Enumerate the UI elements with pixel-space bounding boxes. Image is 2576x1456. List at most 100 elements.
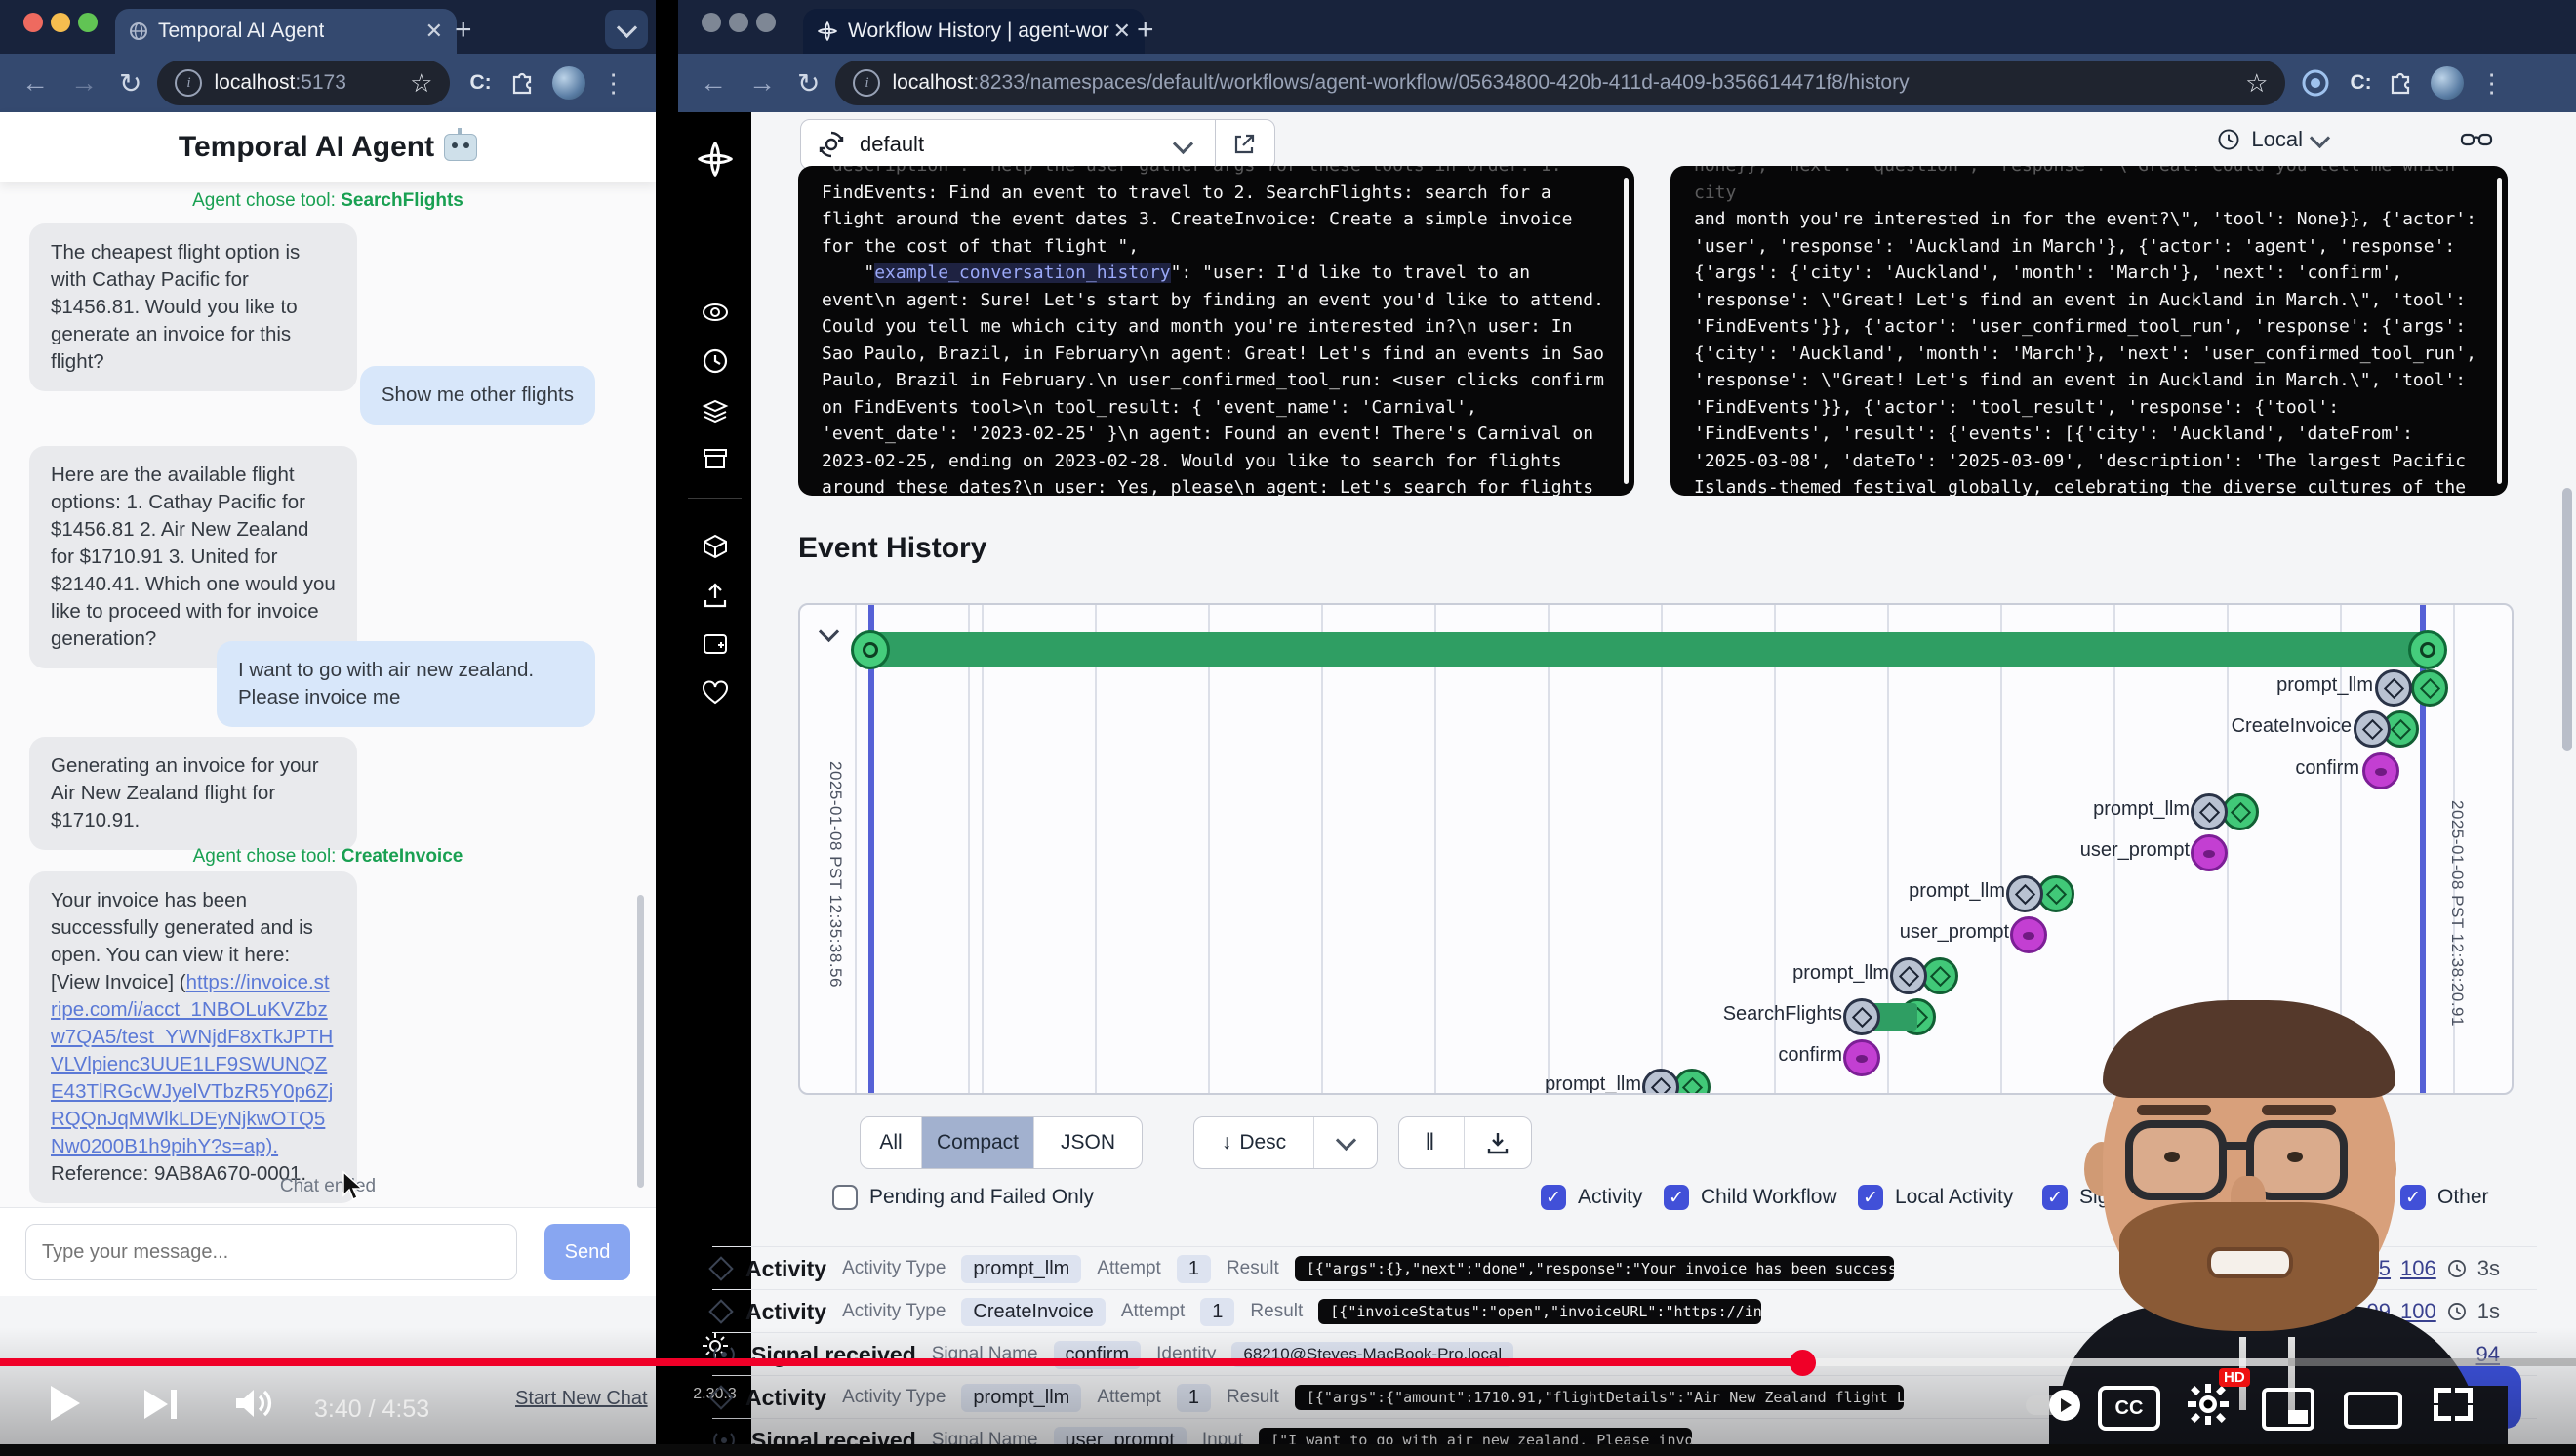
activity-marker-completed[interactable]: [2411, 669, 2448, 707]
docs-glasses-button[interactable]: [2460, 127, 2493, 152]
progress-playhead[interactable]: [1790, 1350, 1816, 1376]
reload-icon[interactable]: ↻: [119, 67, 141, 100]
address-bar[interactable]: i localhost:5173 ☆: [157, 61, 450, 105]
namespace-cube-icon[interactable]: [678, 532, 751, 561]
activity-marker-scheduled[interactable]: [2191, 793, 2228, 830]
back-icon[interactable]: ←: [700, 67, 727, 99]
signal-marker[interactable]: [1843, 1039, 1880, 1076]
send-button[interactable]: Send: [544, 1224, 630, 1280]
activity-marker-completed[interactable]: [1673, 1069, 1711, 1095]
invoice-link[interactable]: https://invoice.stripe.com/i/acct_1NBOLu…: [51, 971, 333, 1157]
site-info-icon[interactable]: i: [175, 69, 202, 97]
captions-button[interactable]: CC: [2098, 1386, 2160, 1431]
forward-icon[interactable]: →: [748, 67, 776, 99]
site-info-icon[interactable]: i: [853, 69, 880, 97]
menu-kebab-icon[interactable]: ⋮: [601, 68, 627, 99]
volume-button[interactable]: [232, 1384, 275, 1428]
fullscreen-button[interactable]: [2434, 1388, 2473, 1421]
signal-marker[interactable]: [2191, 834, 2228, 871]
message-input[interactable]: [25, 1224, 517, 1280]
bookmark-star-icon[interactable]: ☆: [410, 68, 432, 99]
activity-marker-scheduled[interactable]: [1843, 998, 1880, 1035]
zoom-window-button[interactable]: [756, 13, 776, 32]
zoom-window-button[interactable]: [78, 13, 98, 32]
new-tab-button[interactable]: +: [455, 14, 472, 47]
start-new-chat-link[interactable]: Start New Chat: [515, 1388, 648, 1410]
play-button[interactable]: [51, 1386, 80, 1421]
close-tab-icon[interactable]: ✕: [425, 19, 443, 44]
checkbox-checked[interactable]: ✓: [1664, 1185, 1689, 1210]
external-link-icon[interactable]: [1231, 132, 1257, 157]
chat-scrollbar[interactable]: [637, 895, 644, 1188]
signal-marker[interactable]: [2010, 916, 2047, 953]
miniplayer-button[interactable]: [2262, 1388, 2314, 1431]
temporal-logo-icon[interactable]: [696, 140, 735, 179]
tab-workflow-history[interactable]: Workflow History | agent-wor ✕: [803, 9, 1145, 54]
activity-marker-scheduled[interactable]: [2354, 710, 2391, 748]
workflow-start-marker[interactable]: [851, 630, 890, 669]
feedback-heart-icon[interactable]: [678, 678, 751, 708]
settings-button[interactable]: HD: [2186, 1382, 2231, 1432]
download-button[interactable]: [1465, 1117, 1531, 1168]
autoplay-toggle[interactable]: [2026, 1395, 2078, 1415]
reload-icon[interactable]: ↻: [797, 67, 820, 100]
sort-options-chevron-button[interactable]: [1314, 1117, 1377, 1168]
filter-activity[interactable]: ✓Activity: [1541, 1185, 1643, 1210]
view-json-button[interactable]: JSON: [1034, 1117, 1142, 1168]
workflow-result-code-panel[interactable]: none}}, 'next': 'question', 'response': …: [1670, 166, 2508, 496]
code-scrollbar[interactable]: [2497, 178, 2502, 484]
namespace-select[interactable]: default: [800, 119, 1275, 170]
code-scrollbar[interactable]: [1624, 178, 1629, 484]
pending-failed-filter[interactable]: Pending and Failed Only: [832, 1185, 1094, 1210]
schedules-icon[interactable]: [678, 346, 751, 376]
close-window-button[interactable]: [702, 13, 721, 32]
video-progress-bar[interactable]: [0, 1358, 2576, 1366]
view-all-button[interactable]: All: [861, 1117, 922, 1168]
extensions-puzzle-icon[interactable]: [2388, 70, 2413, 96]
close-tab-icon[interactable]: ✕: [1113, 19, 1131, 44]
back-icon[interactable]: ←: [21, 67, 49, 99]
workflow-execution-bar[interactable]: [868, 632, 2430, 667]
checkbox-unchecked[interactable]: [832, 1185, 858, 1210]
minimize-window-button[interactable]: [51, 13, 70, 32]
workflow-input-code-panel[interactable]: "description": "Help the user gather arg…: [798, 166, 1634, 496]
page-scrollbar[interactable]: [2562, 488, 2572, 751]
bookmark-star-icon[interactable]: ☆: [2245, 68, 2268, 99]
address-bar[interactable]: i localhost:8233/namespaces/default/work…: [835, 61, 2285, 105]
activity-marker-scheduled[interactable]: [1890, 957, 1927, 994]
password-manager-icon[interactable]: [2301, 68, 2330, 98]
stack-icon[interactable]: [678, 395, 751, 425]
import-icon[interactable]: [678, 581, 751, 610]
minimize-window-button[interactable]: [729, 13, 748, 32]
view-compact-button[interactable]: Compact: [922, 1117, 1034, 1168]
avatar[interactable]: [552, 66, 585, 100]
activity-marker-scheduled[interactable]: [2006, 875, 2043, 912]
menu-kebab-icon[interactable]: ⋮: [2479, 68, 2506, 99]
forward-icon[interactable]: →: [70, 67, 98, 99]
timezone-select[interactable]: Local: [2216, 127, 2327, 152]
filter-child-workflow[interactable]: ✓Child Workflow: [1664, 1185, 1837, 1210]
activity-marker-scheduled[interactable]: [1642, 1069, 1679, 1095]
checkbox-checked[interactable]: ✓: [1541, 1185, 1566, 1210]
extensions-puzzle-icon[interactable]: [509, 70, 535, 96]
archive-icon[interactable]: [678, 444, 751, 473]
extension-c-icon[interactable]: C:: [469, 71, 491, 95]
labs-icon[interactable]: [678, 629, 751, 659]
pause-button[interactable]: ‖: [1399, 1117, 1465, 1168]
next-button[interactable]: [144, 1390, 177, 1419]
tab-search-button[interactable]: [605, 10, 648, 49]
collapse-chevron-icon[interactable]: [819, 622, 839, 642]
checkbox-checked[interactable]: ✓: [1858, 1185, 1883, 1210]
workflows-icon[interactable]: [678, 298, 751, 327]
close-window-button[interactable]: [23, 13, 43, 32]
extension-c-icon[interactable]: C:: [2350, 71, 2371, 95]
workflow-end-marker[interactable]: [2408, 630, 2447, 669]
avatar[interactable]: [2431, 66, 2464, 100]
tab-temporal-ai-agent[interactable]: Temporal AI Agent ✕: [115, 9, 457, 54]
activity-marker-scheduled[interactable]: [2375, 669, 2412, 707]
new-tab-button[interactable]: +: [1137, 14, 1154, 47]
chat-scroll-area[interactable]: Agent chose tool: SearchFlights The chea…: [0, 182, 656, 1208]
theater-mode-button[interactable]: [2344, 1392, 2402, 1429]
sort-desc-button[interactable]: ↓ Desc: [1194, 1117, 1314, 1168]
signal-marker[interactable]: [2362, 752, 2399, 789]
